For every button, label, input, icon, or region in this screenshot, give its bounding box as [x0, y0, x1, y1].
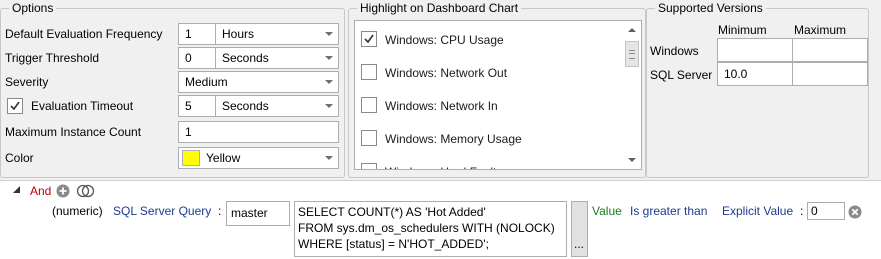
versions-title: Supported Versions — [655, 1, 766, 15]
database-input[interactable]: master — [226, 201, 290, 226]
severity-select[interactable]: Medium — [178, 71, 339, 93]
highlight-checkbox[interactable] — [361, 163, 377, 169]
default-eval-freq-row: Default Evaluation Frequency 1 Hours — [1, 23, 346, 45]
versions-col-max: Maximum — [794, 23, 847, 37]
severity-label: Severity — [5, 75, 49, 89]
ellipsis-label: ... — [574, 237, 585, 251]
ellipsis-button[interactable]: ... — [571, 201, 588, 257]
versions-row-label-sqlserver: SQL Server — [650, 68, 713, 82]
add-group-icon[interactable] — [76, 184, 96, 198]
checkmark-icon — [10, 101, 20, 111]
color-row: Color Yellow — [1, 147, 346, 169]
sql-line: FROM sys.dm_os_schedulers WITH (NOLOCK) — [298, 221, 555, 235]
severity-row: Severity Medium — [1, 71, 346, 93]
color-value: Yellow — [206, 151, 241, 165]
default-eval-freq-unit-value: Hours — [222, 27, 255, 41]
scroll-up-icon[interactable] — [623, 21, 641, 39]
color-swatch — [182, 150, 200, 166]
sql-server-query-link[interactable]: SQL Server Query — [113, 203, 211, 219]
max-instance-count-label: Maximum Instance Count — [5, 125, 142, 139]
highlight-title: Highlight on Dashboard Chart — [357, 1, 522, 15]
highlight-item-label: Windows: Network Out — [385, 66, 508, 80]
chevron-down-icon[interactable] — [320, 48, 338, 68]
evaluation-timeout-unit-select[interactable]: Seconds — [215, 95, 339, 117]
highlight-checkbox[interactable] — [361, 31, 377, 47]
evaluation-timeout-row: Evaluation Timeout 5 Seconds — [1, 95, 346, 117]
trigger-threshold-label: Trigger Threshold — [5, 51, 100, 65]
query-colon: : — [218, 204, 222, 218]
trigger-threshold-input[interactable]: 0 — [178, 47, 216, 69]
explicit-value-input[interactable]: 0 — [807, 202, 845, 220]
sqlserver-max-input[interactable] — [792, 62, 868, 86]
evaluation-timeout-checkbox[interactable] — [7, 98, 23, 114]
versions-col-min: Minimum — [718, 23, 767, 37]
highlight-checkbox[interactable] — [361, 64, 377, 80]
remove-condition-icon[interactable] — [848, 205, 862, 219]
add-condition-icon[interactable] — [56, 184, 70, 198]
chevron-down-icon[interactable] — [320, 148, 338, 168]
options-title: Options — [9, 1, 57, 15]
chevron-down-icon[interactable] — [320, 72, 338, 92]
trigger-threshold-row: Trigger Threshold 0 Seconds — [1, 47, 346, 69]
highlight-item-label: Windows: Memory Usage — [385, 132, 522, 146]
trigger-threshold-unit-value: Seconds — [222, 51, 269, 65]
highlight-item-label: Windows: CPU Usage — [385, 33, 504, 47]
explicit-value-link[interactable]: Explicit Value — [722, 203, 793, 219]
vertical-scrollbar[interactable] — [623, 21, 641, 169]
versions-row-label-windows: Windows — [650, 44, 699, 58]
trigger-threshold-unit-select[interactable]: Seconds — [215, 47, 339, 69]
chevron-down-icon[interactable] — [320, 24, 338, 44]
highlight-checkbox[interactable] — [361, 130, 377, 146]
highlight-list: Windows: CPU Usage Windows: Network Out … — [354, 20, 642, 170]
value-label[interactable]: Value — [592, 203, 622, 219]
sql-query-textbox[interactable]: SELECT COUNT(*) AS 'Hot Added' FROM sys.… — [294, 201, 567, 257]
collapse-triangle-icon[interactable] — [12, 185, 22, 195]
highlight-item-label: Windows: Network In — [385, 99, 498, 113]
and-operator[interactable]: And — [30, 183, 51, 199]
operator-link[interactable]: Is greater than — [630, 203, 707, 219]
evaluation-timeout-input[interactable]: 5 — [178, 95, 216, 117]
type-prefix: (numeric) — [52, 204, 103, 218]
checkmark-icon — [364, 34, 374, 44]
max-instance-count-row: Maximum Instance Count 1 — [1, 121, 346, 143]
default-eval-freq-label: Default Evaluation Frequency — [5, 27, 163, 41]
evaluation-timeout-unit-value: Seconds — [222, 99, 269, 113]
default-eval-freq-unit-select[interactable]: Hours — [215, 23, 339, 45]
windows-min-input[interactable] — [717, 38, 793, 62]
severity-value: Medium — [185, 75, 228, 89]
default-eval-freq-input[interactable]: 1 — [178, 23, 216, 45]
windows-max-input[interactable] — [792, 38, 868, 62]
max-instance-count-input[interactable]: 1 — [178, 121, 339, 143]
chevron-down-icon[interactable] — [320, 96, 338, 116]
sqlserver-min-input[interactable]: 10.0 — [717, 62, 793, 86]
scroll-down-icon[interactable] — [623, 151, 641, 169]
scroll-thumb[interactable] — [625, 41, 639, 67]
highlight-checkbox[interactable] — [361, 97, 377, 113]
evaluation-timeout-label: Evaluation Timeout — [31, 99, 134, 113]
color-label: Color — [5, 151, 34, 165]
condition-panel: And (numeric) SQL Server Query : master … — [0, 180, 881, 259]
explicit-colon: : — [800, 204, 804, 218]
sql-line: SELECT COUNT(*) AS 'Hot Added' — [298, 205, 486, 219]
color-select[interactable]: Yellow — [178, 147, 339, 169]
highlight-item-label: Windows: Hard Faults — [385, 161, 502, 169]
sql-line: WHERE [status] = N'HOT_ADDED'; — [298, 237, 489, 251]
options-group: Options Default Evaluation Frequency 1 H… — [0, 1, 346, 178]
